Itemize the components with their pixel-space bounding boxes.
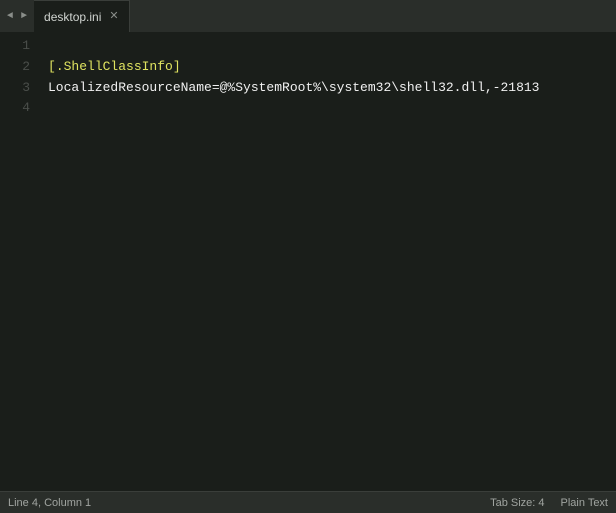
tab-close-button[interactable]: ✕ xyxy=(109,11,118,22)
line-number-1: 1 xyxy=(6,36,30,57)
line-number-2: 2 xyxy=(6,57,30,78)
language-mode[interactable]: Plain Text xyxy=(561,497,609,509)
tab-size-label[interactable]: Tab Size: 4 xyxy=(490,497,544,509)
code-line-2: [.ShellClassInfo] xyxy=(48,57,596,78)
tab-bar: ◄ ► desktop.ini ✕ xyxy=(0,0,616,32)
line-numbers: 1 2 3 4 xyxy=(0,32,40,491)
tab-nav: ◄ ► xyxy=(0,9,34,24)
nav-left-icon[interactable]: ◄ xyxy=(4,9,16,24)
code-content[interactable]: [.ShellClassInfo] LocalizedResourceName=@… xyxy=(40,32,604,491)
line-number-3: 3 xyxy=(6,78,30,99)
scrollbar[interactable] xyxy=(604,32,616,491)
status-bar: Line 4, Column 1 Tab Size: 4 Plain Text xyxy=(0,491,616,513)
key-value-pair: LocalizedResourceName=@%SystemRoot%\syst… xyxy=(48,80,539,95)
status-left: Line 4, Column 1 xyxy=(8,497,91,509)
cursor-position: Line 4, Column 1 xyxy=(8,497,91,509)
section-name: .ShellClassInfo xyxy=(56,59,173,74)
tab-filename: desktop.ini xyxy=(44,10,101,24)
bracket-close: ] xyxy=(173,59,181,74)
code-line-4 xyxy=(48,98,596,119)
editor-area: 1 2 3 4 [.ShellClassInfo] LocalizedResour… xyxy=(0,32,616,491)
status-right: Tab Size: 4 Plain Text xyxy=(490,497,608,509)
bracket-open: [ xyxy=(48,59,56,74)
nav-right-icon[interactable]: ► xyxy=(18,9,30,24)
file-tab[interactable]: desktop.ini ✕ xyxy=(34,0,130,32)
line-number-4: 4 xyxy=(6,98,30,119)
code-line-3: LocalizedResourceName=@%SystemRoot%\syst… xyxy=(48,78,596,99)
code-line-1 xyxy=(48,36,596,57)
